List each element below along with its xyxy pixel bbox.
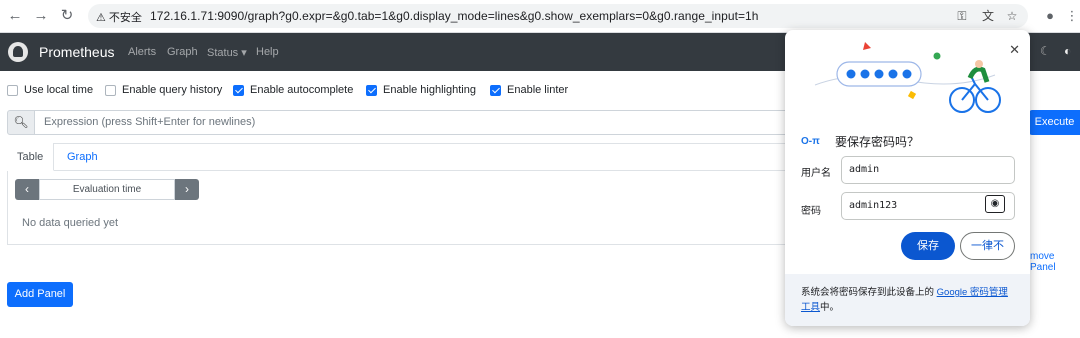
- close-icon[interactable]: ✕: [1009, 42, 1020, 58]
- nav-status[interactable]: Status ▾: [207, 46, 247, 59]
- reload-icon[interactable]: ↻: [58, 7, 76, 25]
- tab-table[interactable]: Table: [7, 143, 55, 171]
- execute-button[interactable]: Execute: [1029, 110, 1080, 135]
- option-label: Enable highlighting: [383, 84, 476, 96]
- tab-graph[interactable]: Graph: [57, 143, 108, 171]
- brand-link[interactable]: Prometheus: [39, 44, 114, 60]
- option-autocomplete[interactable]: Enable autocomplete: [233, 84, 353, 96]
- bookmark-star-icon[interactable]: ☆: [1004, 8, 1020, 24]
- footer-text: 系统会将密码保存到此设备上的: [801, 287, 937, 298]
- save-password-dialog: ✕ O‑π 要保存密码吗？ 用户名 admin 密码 admin123 ◉ 保存…: [785, 30, 1030, 326]
- checkbox-use-local-time[interactable]: [7, 84, 18, 96]
- option-label: Enable linter: [507, 84, 569, 96]
- expression-input[interactable]: Expression (press Shift+Enter for newlin…: [35, 110, 795, 135]
- back-icon[interactable]: ←: [6, 7, 24, 25]
- browser-toolbar: ← → ↻ ⚠ 不安全 172.16.1.71:9090/graph?g0.ex…: [0, 0, 1080, 33]
- footer-suffix: 中。: [820, 302, 840, 313]
- option-query-history[interactable]: Enable query history: [105, 84, 222, 96]
- add-panel-button[interactable]: Add Panel: [7, 282, 73, 307]
- checkbox-highlighting[interactable]: [366, 84, 377, 96]
- eval-time-prev-button[interactable]: ‹: [15, 179, 39, 200]
- checkbox-query-history[interactable]: [105, 84, 116, 96]
- forward-icon[interactable]: →: [32, 7, 50, 25]
- remove-panel-link[interactable]: move Panel: [1030, 251, 1080, 273]
- prometheus-logo-icon[interactable]: [8, 42, 28, 62]
- password-label: 密码: [801, 206, 821, 217]
- profile-icon[interactable]: ●: [1040, 6, 1060, 26]
- no-data-message: No data queried yet: [22, 217, 119, 229]
- checkbox-autocomplete[interactable]: [233, 84, 244, 96]
- eval-time-input[interactable]: Evaluation time: [39, 179, 175, 200]
- option-linter[interactable]: Enable linter: [490, 84, 568, 96]
- illustration-image: [814, 42, 1001, 113]
- option-label: Enable query history: [122, 84, 223, 96]
- username-label: 用户名: [801, 168, 831, 179]
- key-icon: O‑π: [801, 136, 820, 147]
- search-icon: 🔍︎: [7, 110, 35, 135]
- dialog-footer: 系统会将密码保存到此设备上的 Google 密码管理工具中。: [785, 274, 1030, 326]
- security-warning[interactable]: ⚠ 不安全: [96, 9, 142, 25]
- panel-tabs: Table Graph: [7, 143, 807, 171]
- password-key-icon[interactable]: ⚿: [954, 8, 970, 24]
- eval-time-next-button[interactable]: ›: [175, 179, 199, 200]
- option-label: Use local time: [24, 84, 94, 96]
- dark-theme-icon[interactable]: ☾: [1040, 44, 1051, 58]
- option-highlighting[interactable]: Enable highlighting: [366, 84, 476, 96]
- menu-icon[interactable]: ⋮: [1062, 6, 1080, 26]
- option-label: Enable autocomplete: [250, 84, 354, 96]
- option-use-local-time[interactable]: Use local time: [7, 84, 93, 96]
- translate-icon[interactable]: 文: [980, 8, 996, 24]
- nav-alerts[interactable]: Alerts: [128, 46, 156, 58]
- url-text[interactable]: 172.16.1.71:9090/graph?g0.expr=&g0.tab=1…: [150, 9, 758, 23]
- nav-help[interactable]: Help: [256, 46, 279, 58]
- address-bar[interactable]: ⚠ 不安全 172.16.1.71:9090/graph?g0.expr=&g0…: [88, 4, 1028, 28]
- dialog-title: 要保存密码吗？: [835, 135, 920, 149]
- username-field[interactable]: admin: [841, 156, 1015, 184]
- auto-theme-icon[interactable]: ◐: [1064, 44, 1071, 58]
- toggle-password-visibility-icon[interactable]: ◉: [985, 195, 1005, 213]
- nav-graph[interactable]: Graph: [167, 46, 198, 58]
- checkbox-linter[interactable]: [490, 84, 501, 96]
- never-save-button[interactable]: 一律不: [960, 232, 1015, 260]
- save-password-button[interactable]: 保存: [901, 232, 955, 260]
